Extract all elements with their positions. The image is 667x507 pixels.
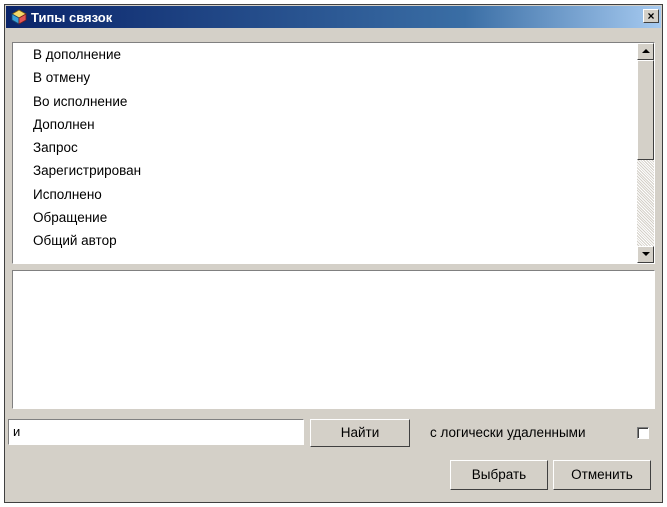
list-item[interactable]: Дополнен: [13, 113, 637, 136]
close-icon: ×: [647, 9, 655, 23]
window-title: Типы связок: [31, 10, 113, 25]
scroll-down-button[interactable]: [637, 246, 654, 263]
arrow-down-icon: [642, 252, 650, 256]
app-icon: [11, 9, 27, 25]
title-bar[interactable]: Типы связок ×: [6, 6, 661, 28]
arrow-up-icon: [642, 49, 650, 53]
list-item[interactable]: Общий автор: [13, 229, 637, 252]
select-button[interactable]: Выбрать: [450, 460, 548, 490]
list-item[interactable]: В дополнение: [13, 43, 637, 66]
find-button[interactable]: Найти: [310, 419, 410, 447]
link-types-list[interactable]: В дополнение В отмену Во исполнение Дополне…: [12, 42, 655, 264]
list-item[interactable]: В отмену: [13, 66, 637, 89]
details-panel: [12, 270, 655, 409]
cancel-button[interactable]: Отменить: [553, 460, 651, 490]
list-item[interactable]: Во исполнение: [13, 90, 637, 113]
list-viewport: В дополнение В отмену Во исполнение Дополне…: [13, 43, 637, 263]
search-input[interactable]: и: [8, 419, 304, 445]
list-item[interactable]: Запрос: [13, 136, 637, 159]
deleted-checkbox-label: с логически удаленными: [430, 425, 586, 440]
close-button[interactable]: ×: [643, 9, 659, 23]
vertical-scrollbar[interactable]: [637, 43, 654, 263]
scroll-up-button[interactable]: [637, 43, 654, 60]
scroll-thumb[interactable]: [637, 60, 654, 160]
list-item[interactable]: Зарегистрирован: [13, 159, 637, 182]
deleted-checkbox[interactable]: [637, 427, 649, 439]
list-item[interactable]: Обращение: [13, 206, 637, 229]
list-item[interactable]: Исполнено: [13, 183, 637, 206]
